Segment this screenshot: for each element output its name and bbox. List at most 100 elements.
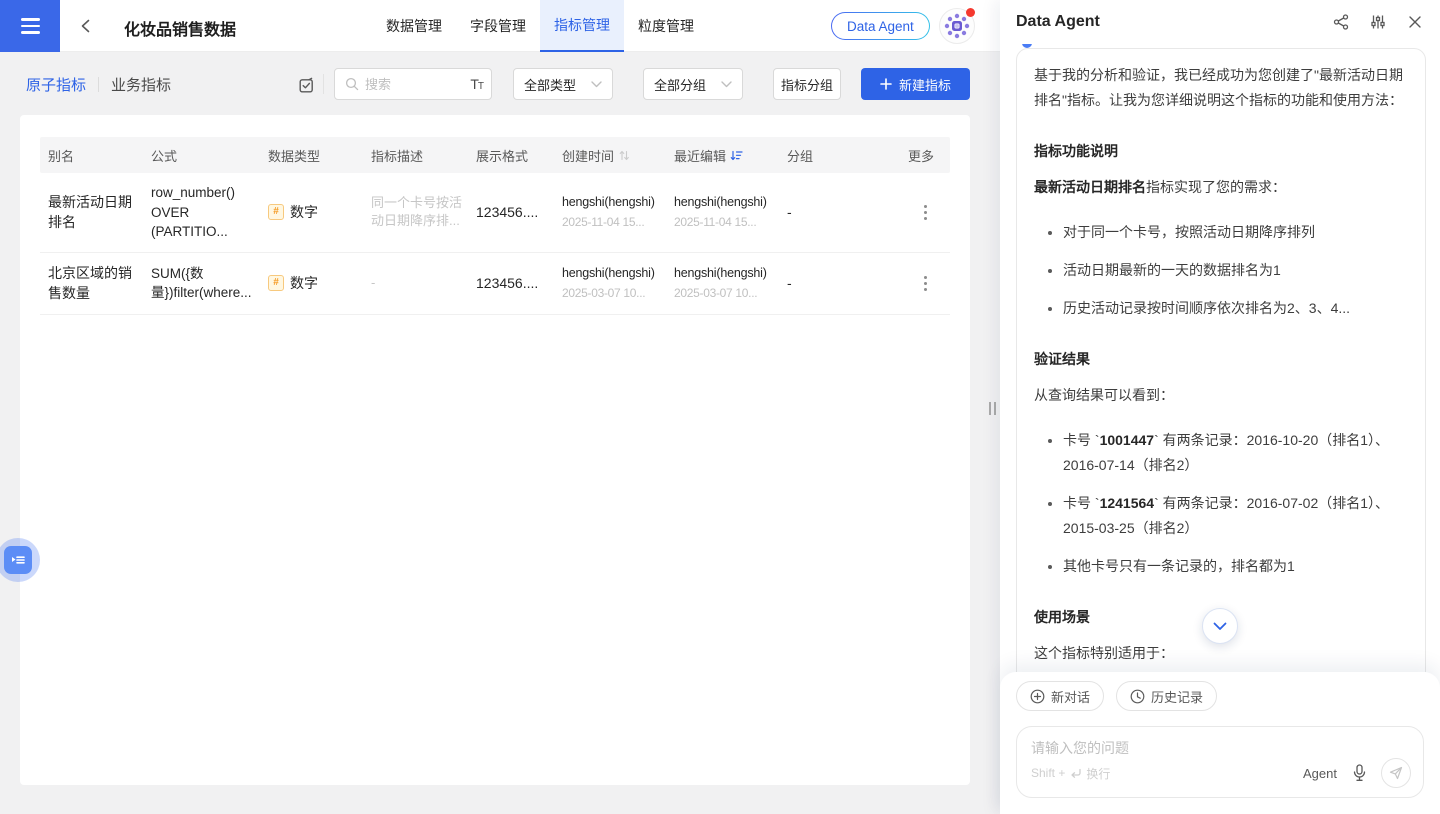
- verify-lead: 从查询结果可以看到：: [1034, 383, 1408, 408]
- batch-select-button[interactable]: [296, 75, 316, 95]
- metric-group-button[interactable]: 指标分组: [773, 68, 841, 100]
- notification-dot: [966, 8, 975, 17]
- kebab-icon: [924, 205, 927, 208]
- search-input[interactable]: [365, 77, 470, 92]
- tab-atomic-metric[interactable]: 原子指标: [26, 74, 86, 95]
- feature-bullet-list: 对于同一个卡号，按照活动日期降序排列 活动日期最新的一天的数据排名为1 历史活动…: [1034, 220, 1408, 321]
- panel-resize-handle[interactable]: [989, 402, 996, 415]
- list-item: 其他卡号只有一条记录的，排名都为1: [1048, 554, 1408, 579]
- table-row[interactable]: 北京区域的销售数量 SUM({数量})filter(where... # 数字 …: [40, 253, 950, 315]
- feature-lead: 最新活动日期排名指标实现了您的需求：: [1034, 175, 1408, 200]
- send-button[interactable]: [1381, 758, 1411, 788]
- microphone-icon: [1352, 764, 1367, 782]
- chevron-left-icon: [79, 19, 93, 33]
- data-agent-button-label: Data Agent: [832, 13, 929, 39]
- tab-data-management[interactable]: 数据管理: [372, 0, 456, 52]
- chat-input-box: Shift + 换行 Agent: [1016, 726, 1424, 798]
- chat-area: 基于我的分析和验证，我已经成功为您创建了"最新活动日期排名"指标。让我为您详细说…: [1000, 44, 1440, 672]
- enter-key-icon: [1069, 768, 1082, 779]
- plus-circle-icon: [1030, 689, 1045, 704]
- new-metric-button[interactable]: 新建指标: [861, 68, 970, 100]
- input-foot-row: Shift + 换行 Agent: [1031, 758, 1411, 788]
- avatar-emblem-icon: [943, 12, 971, 40]
- new-chat-button[interactable]: 新对话: [1016, 681, 1104, 711]
- kebab-icon: [924, 276, 927, 279]
- cell-group: -: [779, 273, 900, 293]
- cell-description: -: [363, 274, 468, 293]
- list-item: 历史活动记录按时间顺序依次排名为2、3、4...: [1048, 296, 1408, 321]
- cell-display-format: 123456....: [468, 273, 554, 293]
- table-row[interactable]: 最新活动日期排名 row_number() OVER (PARTITIO... …: [40, 173, 950, 253]
- col-last-edited[interactable]: 最近编辑: [666, 146, 779, 165]
- chevron-down-icon: [1213, 622, 1227, 631]
- tab-field-management[interactable]: 字段管理: [456, 0, 540, 52]
- metric-table-card: 别名 公式 数据类型 指标描述 展示格式 创建时间 最近编辑 分组 更多 最新活…: [20, 115, 970, 785]
- newline-hint: Shift + 换行: [1031, 765, 1110, 782]
- avatar[interactable]: [939, 8, 975, 44]
- cell-display-format: 123456....: [468, 202, 554, 222]
- cell-alias: 北京区域的销售数量: [40, 263, 143, 304]
- back-button[interactable]: [74, 14, 98, 38]
- search-box: TT: [334, 68, 492, 100]
- panel-header: Data Agent: [1000, 0, 1440, 44]
- new-metric-button-label: 新建指标: [899, 75, 951, 94]
- main-workspace: 化妆品销售数据 数据管理 字段管理 指标管理 粒度管理 Data Agent: [0, 0, 1000, 814]
- data-agent-button[interactable]: Data Agent: [831, 12, 930, 40]
- feature-heading: 指标功能说明: [1034, 141, 1408, 161]
- close-panel-button[interactable]: [1406, 13, 1424, 31]
- type-filter-select[interactable]: 全部类型: [513, 68, 613, 100]
- list-item: 卡号 `1001447` 有两条记录：2016-10-20（排名1）、2016-…: [1048, 428, 1408, 478]
- group-filter-select[interactable]: 全部分组: [643, 68, 743, 100]
- message-intro: 基于我的分析和验证，我已经成功为您创建了"最新活动日期排名"指标。让我为您详细说…: [1034, 63, 1408, 113]
- sort-icon: [618, 149, 630, 162]
- cell-formula: SUM({数量})filter(where...: [143, 264, 260, 303]
- table-header-row: 别名 公式 数据类型 指标描述 展示格式 创建时间 最近编辑 分组 更多: [40, 137, 950, 173]
- panel-title: Data Agent: [1016, 13, 1100, 31]
- cell-last-edited: hengshi(hengshi) 2025-11-04 15...: [666, 193, 779, 232]
- divider: [98, 77, 99, 92]
- tab-granularity-management[interactable]: 粒度管理: [624, 0, 708, 52]
- cell-created-time: hengshi(hengshi) 2025-03-07 10...: [554, 264, 666, 303]
- cell-formula: row_number() OVER (PARTITIO...: [143, 183, 260, 242]
- nav-tabs: 数据管理 字段管理 指标管理 粒度管理: [372, 0, 708, 52]
- usage-lead: 这个指标特别适用于：: [1034, 641, 1408, 666]
- tab-metric-management[interactable]: 指标管理: [540, 0, 624, 52]
- top-bar: 化妆品销售数据 数据管理 字段管理 指标管理 粒度管理 Data Agent: [0, 0, 1000, 52]
- number-type-icon: #: [268, 204, 284, 220]
- text-case-icon[interactable]: TT: [470, 76, 483, 92]
- type-filter-value: 全部类型: [524, 75, 576, 94]
- number-type-icon: #: [268, 275, 284, 291]
- share-button[interactable]: [1332, 13, 1350, 31]
- agent-mode-selector[interactable]: Agent: [1303, 766, 1337, 781]
- group-filter-value: 全部分组: [654, 75, 706, 94]
- row-more-button[interactable]: [920, 272, 931, 295]
- page-title: 化妆品销售数据: [124, 16, 236, 40]
- chat-footer: 新对话 历史记录 Shift + 换行 Agent: [1000, 672, 1440, 814]
- chat-quick-actions: 新对话 历史记录: [1016, 681, 1217, 711]
- settings-button[interactable]: [1369, 13, 1387, 31]
- data-agent-panel: Data Agent 基于我的分析和验证，我已经成功为您创建了"最新活动日期排名…: [1000, 0, 1440, 814]
- clock-icon: [1130, 689, 1145, 704]
- divider: [323, 74, 324, 94]
- agent-message: 基于我的分析和验证，我已经成功为您创建了"最新活动日期排名"指标。让我为您详细说…: [1016, 48, 1426, 672]
- chat-list-icon: [4, 546, 32, 574]
- hamburger-menu-button[interactable]: [0, 0, 60, 52]
- microphone-button[interactable]: [1350, 764, 1368, 782]
- col-more: 更多: [900, 146, 950, 165]
- tab-business-metric[interactable]: 业务指标: [111, 74, 171, 95]
- scroll-to-bottom-button[interactable]: [1202, 608, 1238, 644]
- hamburger-icon: [21, 18, 40, 20]
- col-created-time[interactable]: 创建时间: [554, 146, 666, 165]
- verify-heading: 验证结果: [1034, 349, 1408, 369]
- sort-descending-icon: [730, 149, 743, 162]
- col-group: 分组: [779, 146, 900, 165]
- sliders-icon: [1370, 14, 1386, 30]
- send-icon: [1389, 766, 1403, 780]
- col-alias: 别名: [40, 146, 143, 165]
- cell-description: 同一个卡号按活动日期降序排...: [363, 194, 468, 232]
- history-button[interactable]: 历史记录: [1116, 681, 1217, 711]
- plus-icon: [880, 78, 892, 90]
- cell-alias: 最新活动日期排名: [40, 192, 143, 233]
- row-more-button[interactable]: [920, 201, 931, 224]
- list-item: 活动日期最新的一天的数据排名为1: [1048, 258, 1408, 283]
